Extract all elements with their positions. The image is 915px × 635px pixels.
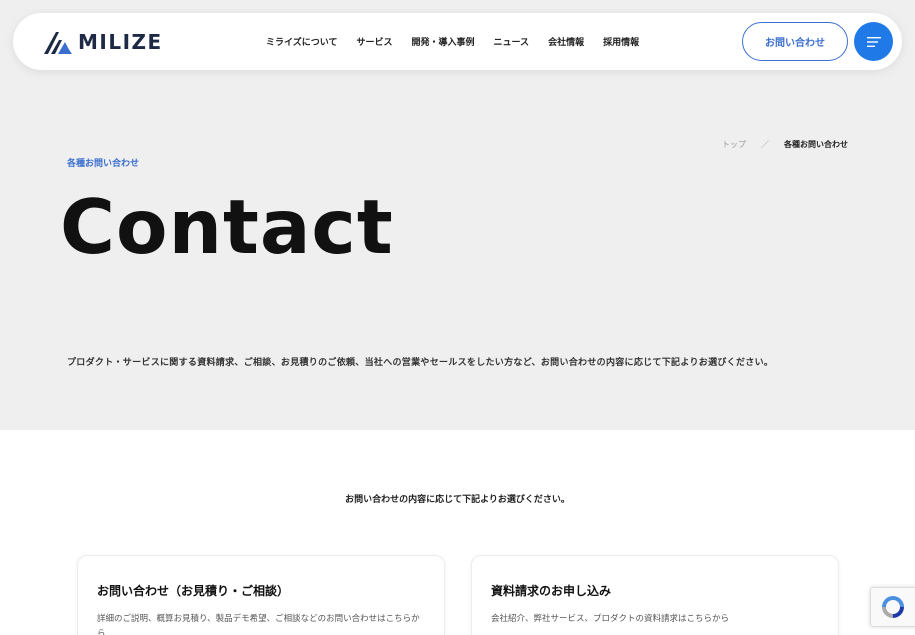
page-eyebrow: 各種お問い合わせ xyxy=(67,159,140,169)
logo-text: MILIZE xyxy=(78,30,163,54)
nav-company[interactable]: 会社情報 xyxy=(548,35,584,48)
menu-button[interactable] xyxy=(854,22,893,61)
page-title: Contact xyxy=(60,183,394,271)
main-nav: ミライズについて サービス 開発・導入事例 ニュース 会社情報 採用情報 xyxy=(266,13,658,70)
nav-news[interactable]: ニュース xyxy=(494,35,530,48)
nav-cases[interactable]: 開発・導入事例 xyxy=(411,35,474,48)
breadcrumb-top-link[interactable]: トップ xyxy=(722,139,746,150)
site-header: MILIZE ミライズについて サービス 開発・導入事例 ニュース 会社情報 採… xyxy=(13,13,902,70)
recaptcha-icon xyxy=(882,596,904,618)
inquiry-card-title: お問い合わせ（お見積り・ご相談） xyxy=(97,584,290,598)
contact-button[interactable]: お問い合わせ xyxy=(742,22,848,61)
intro-text: プロダクト・サービスに関する資料請求、ご相談、お見積りのご依頼、当社への営業やセ… xyxy=(67,358,774,368)
breadcrumb-separator: ／ xyxy=(761,140,769,149)
breadcrumb-current: 各種お問い合わせ xyxy=(784,140,848,149)
inquiry-card-desc: 詳細のご説明、概算お見積り、製品デモ希望、ご相談などのお問い合わせはこちらから xyxy=(97,614,420,635)
document-request-card-desc: 会社紹介、弊社サービス、プロダクトの資料請求はこちらから xyxy=(491,614,730,624)
inquiry-card[interactable]: お問い合わせ（お見積り・ご相談） 詳細のご説明、概算お見積り、製品デモ希望、ご相… xyxy=(77,555,445,635)
document-request-card[interactable]: 資料請求のお申し込み 会社紹介、弊社サービス、プロダクトの資料請求はこちらから xyxy=(471,555,839,635)
nav-recruit[interactable]: 採用情報 xyxy=(603,35,639,48)
nav-services[interactable]: サービス xyxy=(356,35,392,48)
nav-about[interactable]: ミライズについて xyxy=(266,35,337,48)
breadcrumb: トップ ／ 各種お問い合わせ xyxy=(722,139,848,150)
logo[interactable]: MILIZE xyxy=(43,27,163,57)
document-request-card-title: 資料請求のお申し込み xyxy=(491,584,612,598)
hamburger-icon xyxy=(866,36,881,47)
milize-logo-icon xyxy=(44,32,72,54)
selection-prompt: お問い合わせの内容に応じて下記よりお選びください。 xyxy=(345,495,570,505)
recaptcha-badge[interactable] xyxy=(870,587,915,627)
